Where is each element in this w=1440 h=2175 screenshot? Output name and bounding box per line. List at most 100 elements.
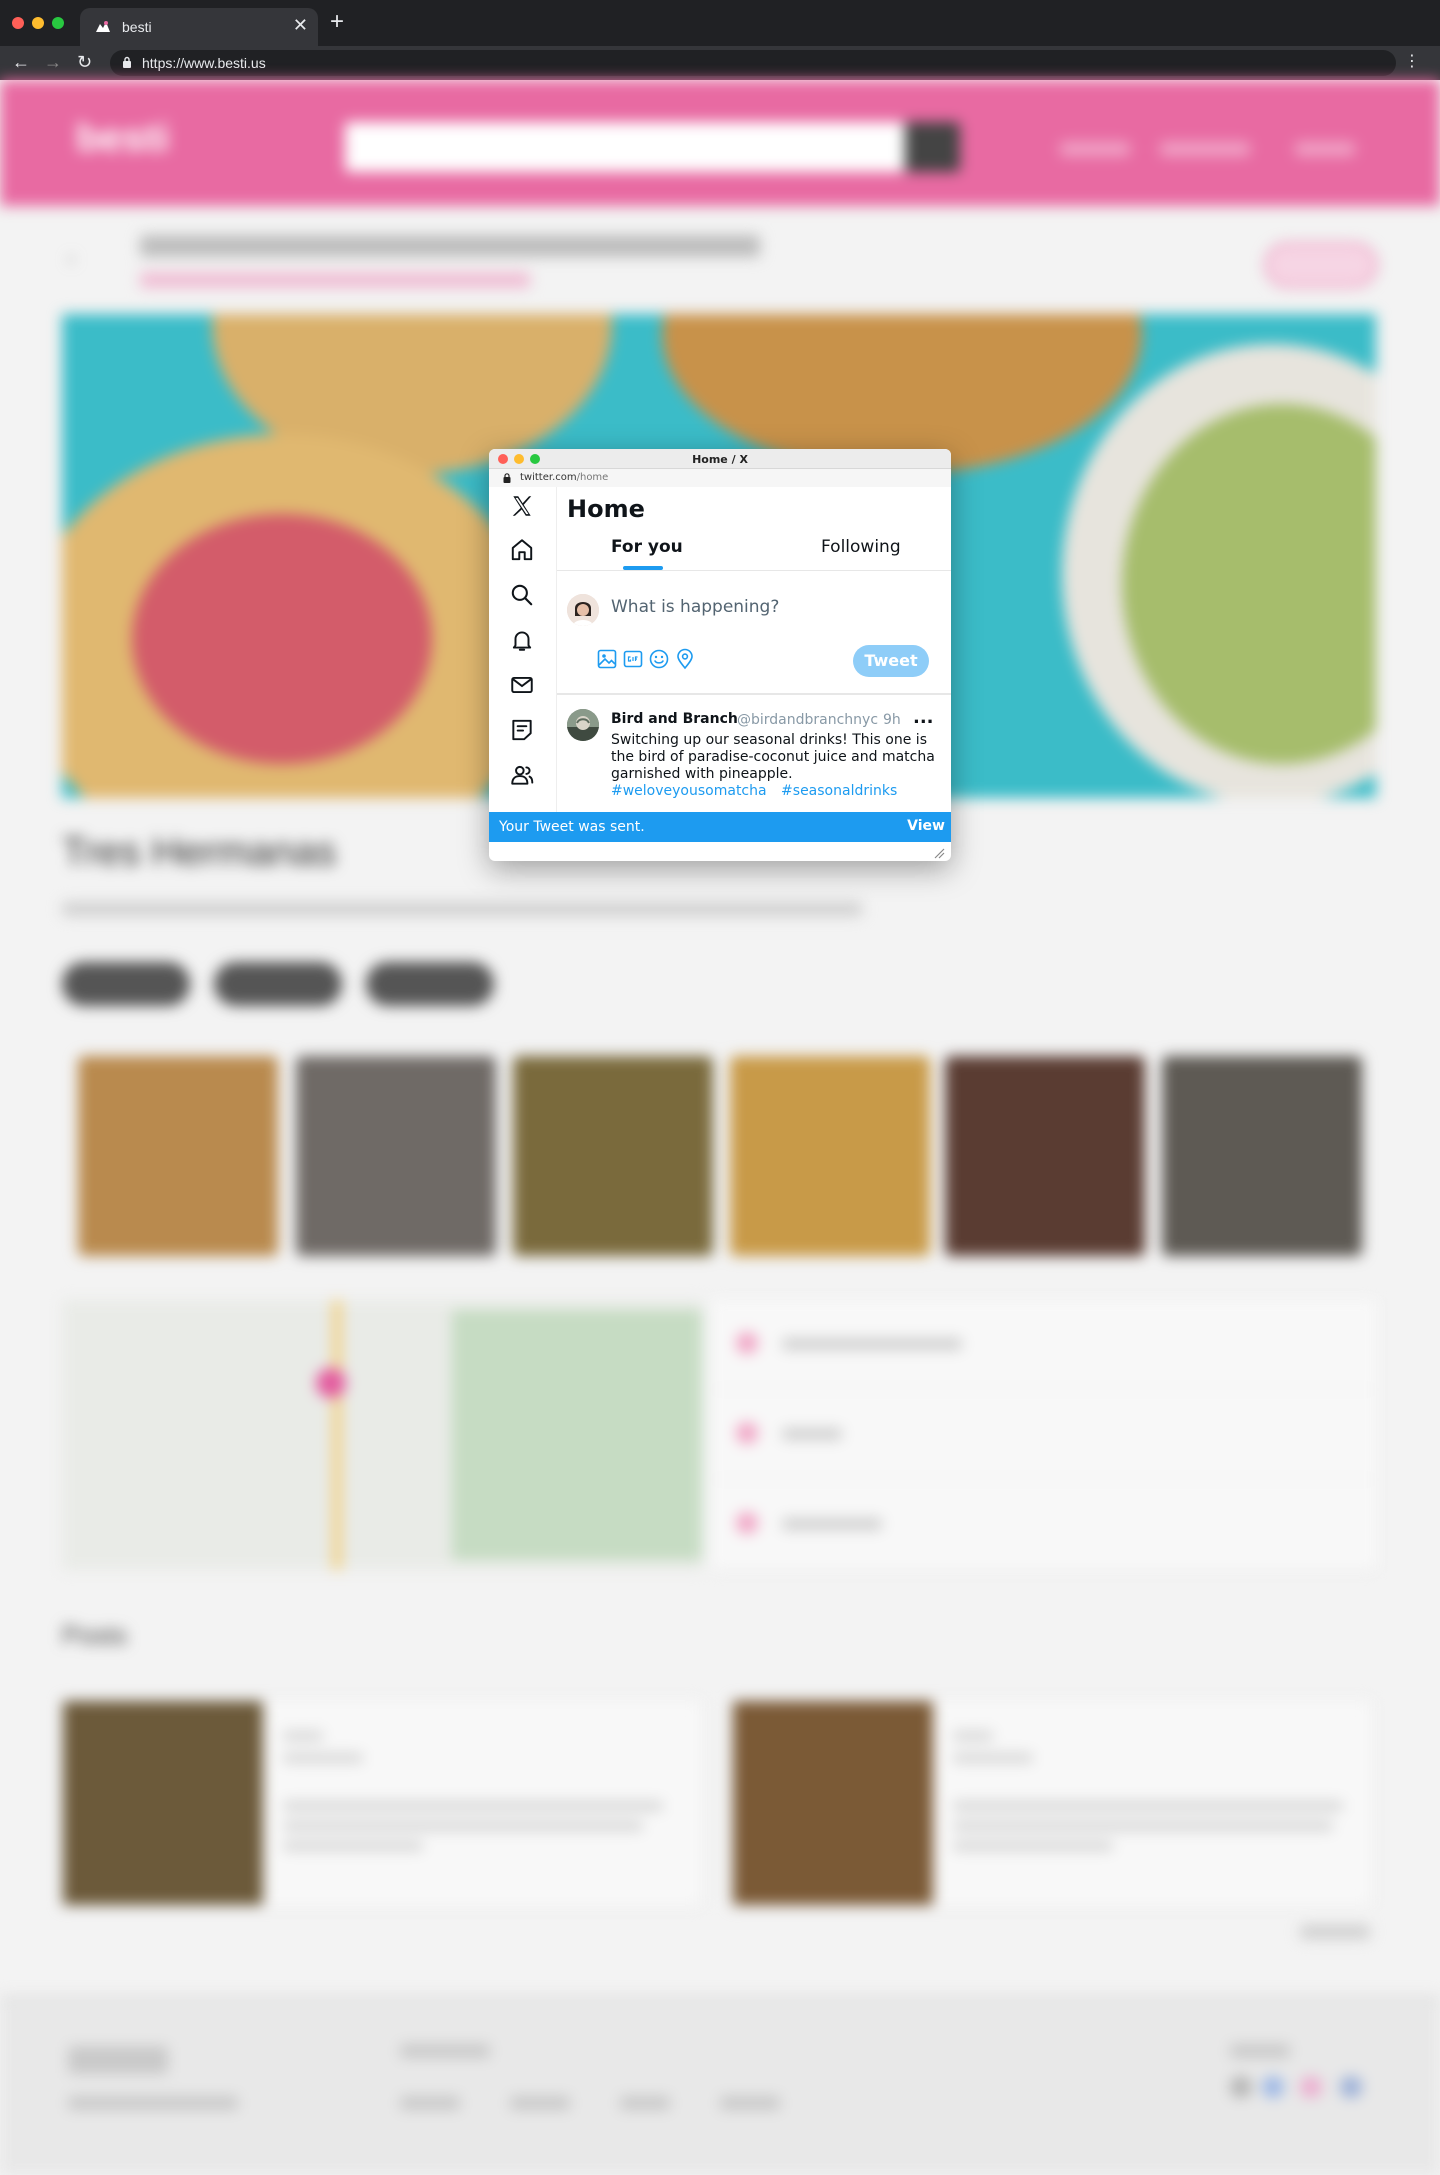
tweet-sent-toast: Your Tweet was sent. View — [489, 812, 951, 842]
social-icon[interactable] — [1300, 2076, 1322, 2098]
popup-minimize-button[interactable] — [514, 454, 524, 464]
gallery-thumbnail[interactable] — [1162, 1056, 1362, 1256]
info-row-phone[interactable] — [712, 1480, 1376, 1570]
posts-heading: Posts — [62, 1620, 128, 1650]
gallery-thumbnail[interactable] — [78, 1056, 278, 1256]
divider — [557, 570, 951, 571]
toast-view-link[interactable]: View — [907, 818, 945, 834]
location-icon[interactable] — [673, 647, 697, 671]
post-author-name[interactable]: Bird and Branch — [611, 711, 738, 727]
footer-link[interactable] — [400, 2096, 460, 2110]
emoji-icon[interactable] — [647, 647, 671, 671]
popup-maximize-button[interactable] — [530, 454, 540, 464]
page-description — [62, 902, 862, 916]
site-footer — [0, 1996, 1440, 2175]
social-icon[interactable] — [1230, 2076, 1252, 2098]
hashtag-link[interactable]: #weloveyousomatcha — [611, 783, 767, 799]
category-pill[interactable] — [214, 962, 342, 1006]
post-card[interactable] — [732, 1700, 1372, 1906]
resize-grip-icon[interactable] — [931, 845, 945, 859]
avatar[interactable] — [567, 594, 599, 626]
popup-close-button[interactable] — [498, 454, 508, 464]
lock-icon — [503, 473, 511, 483]
browser-tab-strip: besti ✕ + — [0, 0, 1440, 46]
popup-url-host: twitter.com — [520, 472, 577, 483]
lists-icon[interactable] — [509, 717, 535, 743]
tab-for-you[interactable]: For you — [611, 537, 683, 557]
site-nav-link[interactable] — [1295, 142, 1355, 156]
gallery-thumbnail[interactable] — [296, 1056, 496, 1256]
footer-text — [68, 2096, 238, 2110]
site-nav-link[interactable] — [1060, 142, 1130, 156]
twitter-timeline: Home For you Following What is happening… — [557, 487, 951, 823]
footer-link[interactable] — [510, 2096, 570, 2110]
twitter-popup-window: Home / X twitter.com/home Home For you F… — [489, 449, 951, 861]
back-icon[interactable]: ← — [12, 50, 30, 74]
lock-icon — [123, 56, 131, 68]
new-tab-button[interactable]: + — [330, 10, 344, 34]
close-window-button[interactable] — [12, 17, 24, 29]
search-icon[interactable] — [509, 582, 535, 608]
info-row-hours[interactable] — [712, 1390, 1376, 1480]
communities-icon[interactable] — [509, 762, 535, 788]
post-author-handle[interactable]: @birdandbranchnyc — [737, 712, 878, 728]
bell-icon[interactable] — [509, 627, 535, 653]
hashtag-link[interactable]: #seasonaldrinks — [781, 783, 897, 799]
page-title: Tres Hermanas — [62, 830, 337, 874]
map-pin-icon — [316, 1368, 346, 1398]
page-back-icon[interactable]: ‹ — [68, 248, 75, 271]
gallery-thumbnail[interactable] — [730, 1056, 930, 1256]
business-meta — [140, 272, 530, 288]
site-header: besti — [0, 80, 1440, 206]
gif-icon[interactable] — [621, 647, 645, 671]
compose-input[interactable]: What is happening? — [611, 597, 779, 617]
popup-titlebar[interactable]: Home / X — [489, 449, 951, 469]
home-icon[interactable] — [509, 537, 535, 563]
gallery-thumbnail[interactable] — [945, 1056, 1145, 1256]
mail-icon[interactable] — [509, 672, 535, 698]
post-body: Switching up our seasonal drinks! This o… — [611, 732, 935, 782]
reload-icon[interactable]: ↻ — [77, 50, 92, 74]
category-pill[interactable] — [366, 962, 494, 1006]
social-icon[interactable] — [1340, 2076, 1362, 2098]
footer-logo[interactable] — [68, 2046, 168, 2074]
minimize-window-button[interactable] — [32, 17, 44, 29]
category-pill[interactable] — [62, 962, 190, 1006]
image-icon[interactable] — [595, 647, 619, 671]
site-search-input[interactable] — [345, 122, 905, 172]
social-icon[interactable] — [1262, 2076, 1284, 2098]
site-search-button[interactable] — [905, 122, 960, 172]
more-options-icon[interactable]: ... — [913, 707, 934, 728]
x-logo-icon[interactable] — [509, 493, 535, 519]
post-card[interactable] — [62, 1700, 702, 1906]
follow-button[interactable] — [1265, 243, 1377, 287]
timeline-header: Home — [567, 495, 645, 523]
browser-toolbar: ← → ↻ https://www.besti.us ⋮ — [0, 46, 1440, 80]
site-logo[interactable]: besti — [76, 116, 296, 166]
popup-url-path: /home — [576, 472, 609, 483]
browser-tab[interactable]: besti ✕ — [80, 8, 318, 46]
post-author-avatar[interactable] — [567, 709, 599, 741]
address-url: https://www.besti.us — [142, 55, 266, 71]
tab-title: besti — [122, 19, 152, 35]
info-row-address[interactable] — [712, 1300, 1376, 1390]
divider — [557, 693, 951, 695]
post-timestamp[interactable]: 9h — [883, 712, 901, 728]
footer-link[interactable] — [620, 2096, 670, 2110]
maximize-window-button[interactable] — [52, 17, 64, 29]
post-hashtags: #weloveyousomatcha #seasonaldrinks — [611, 783, 907, 799]
tab-following[interactable]: Following — [821, 537, 901, 557]
footer-heading — [400, 2044, 490, 2058]
location-map[interactable] — [62, 1300, 702, 1570]
footer-link[interactable] — [720, 2096, 780, 2110]
tweet-button[interactable]: Tweet — [853, 645, 929, 677]
tab-close-icon[interactable]: ✕ — [293, 16, 308, 34]
besti-favicon-icon — [96, 21, 110, 32]
address-bar[interactable]: https://www.besti.us — [110, 50, 1396, 76]
forward-icon[interactable]: → — [44, 50, 62, 74]
gallery-thumbnail[interactable] — [513, 1056, 713, 1256]
footer-heading — [1230, 2044, 1290, 2058]
site-nav-link[interactable] — [1160, 142, 1250, 156]
see-more-link[interactable] — [1300, 1925, 1370, 1939]
browser-menu-icon[interactable]: ⋮ — [1404, 52, 1420, 72]
